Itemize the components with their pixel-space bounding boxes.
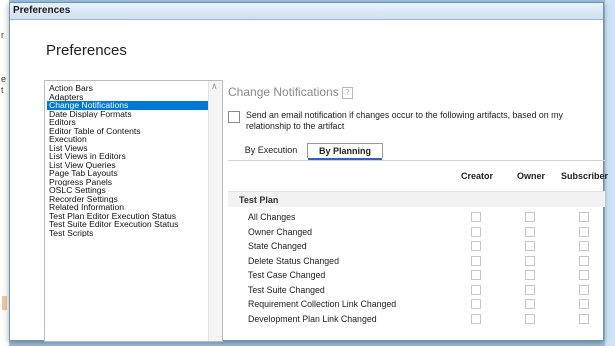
notification-row-label: Owner Changed (248, 226, 313, 237)
owner-checkbox[interactable] (525, 299, 535, 309)
creator-checkbox[interactable] (471, 313, 481, 324)
nav-item[interactable]: OSLC Settings (47, 186, 208, 195)
owner-checkbox[interactable] (525, 255, 535, 266)
preferences-nav-list[interactable]: Action Bars Adapters Change Notifications D… (44, 80, 223, 342)
dialog-titlebar[interactable]: Preferences (10, 3, 603, 20)
nav-item[interactable]: Page Tab Layouts (47, 169, 208, 178)
creator-checkbox[interactable] (471, 299, 481, 309)
nav-scrollbar[interactable]: ∧ (208, 81, 222, 341)
creator-checkbox[interactable] (471, 255, 481, 266)
group-title: Test Plan (239, 195, 279, 205)
section-title: Change Notifications? (228, 85, 353, 99)
nav-items: Action Bars Adapters Change Notifications D… (47, 84, 208, 237)
owner-checkbox[interactable] (525, 226, 535, 237)
notification-row-label: Test Case Changed (248, 270, 326, 280)
background-char: r (1, 30, 4, 40)
nav-item[interactable]: Action Bars (47, 84, 208, 93)
nav-item[interactable]: Test Scripts (47, 229, 208, 238)
nav-item[interactable]: Adapters (47, 93, 208, 102)
nav-item[interactable]: Editor Table of Contents (47, 127, 208, 136)
notification-row-label: Requirement Collection Link Changed (248, 299, 397, 309)
tab-bar: By Execution By Planning (228, 143, 608, 160)
subscriber-checkbox[interactable] (579, 255, 589, 266)
nav-item[interactable]: Recorder Settings (47, 195, 208, 204)
nav-item[interactable]: Editors (47, 118, 208, 127)
page-title: Preferences (46, 42, 127, 59)
email-notification-checkbox[interactable] (228, 111, 240, 123)
tab-by-execution[interactable]: By Execution (236, 143, 306, 158)
group-header: Test Plan (228, 191, 605, 207)
notification-row: Requirement Collection Link Changed (228, 297, 605, 312)
notification-row-label: Delete Status Changed (248, 255, 339, 266)
preferences-dialog: Preferences Preferences Action Bars Adapt… (9, 2, 608, 342)
nav-item[interactable]: Execution (47, 135, 208, 144)
email-notification-label: Send an email notification if changes oc… (246, 110, 563, 131)
column-header-creator: Creator (461, 171, 494, 181)
notification-row-label: Test Suite Changed (248, 284, 325, 295)
nav-item[interactable]: List Views in Editors (47, 152, 208, 161)
nav-item[interactable]: Date Display Formats (47, 110, 208, 119)
notification-row: Owner Changed (228, 225, 605, 240)
notification-rows: All Changes Owner Changed State Changed Del… (228, 210, 605, 326)
column-header-owner: Owner (517, 171, 546, 181)
creator-checkbox[interactable] (471, 270, 481, 280)
notification-row: Delete Status Changed (228, 254, 605, 269)
help-icon[interactable]: ? (341, 87, 353, 99)
subscriber-checkbox[interactable] (579, 212, 589, 222)
nav-item[interactable]: Progress Panels (47, 178, 208, 187)
creator-checkbox[interactable] (471, 241, 481, 251)
creator-checkbox[interactable] (471, 284, 481, 295)
background-char: e (1, 74, 7, 84)
subscriber-checkbox[interactable] (579, 241, 589, 251)
subscriber-checkbox[interactable] (579, 284, 589, 295)
subscriber-checkbox[interactable] (579, 313, 589, 324)
subscriber-checkbox[interactable] (579, 226, 589, 237)
tab-by-planning[interactable]: By Planning (307, 143, 383, 160)
notification-row: Development Plan Link Changed (228, 312, 605, 327)
section-title-label: Change Notifications (228, 85, 339, 99)
dialog-title: Preferences (13, 5, 71, 16)
notification-row-label: All Changes (248, 212, 296, 222)
background-app-edge: r e t (0, 0, 9, 346)
notification-row-label: Development Plan Link Changed (248, 313, 377, 324)
column-header-subscriber: Subscriber (561, 171, 609, 181)
notification-row-label: State Changed (248, 241, 307, 251)
tab-divider (228, 160, 605, 161)
nav-item[interactable]: Related Information (47, 203, 208, 212)
owner-checkbox[interactable] (525, 313, 535, 324)
notification-row: State Changed (228, 239, 605, 254)
nav-item[interactable]: List View Queries (47, 161, 208, 170)
owner-checkbox[interactable] (525, 284, 535, 295)
subscriber-checkbox[interactable] (579, 270, 589, 280)
creator-checkbox[interactable] (471, 226, 481, 237)
nav-item[interactable]: List Views (47, 144, 208, 153)
nav-item[interactable]: Change Notifications (47, 101, 208, 110)
owner-checkbox[interactable] (525, 241, 535, 251)
owner-checkbox[interactable] (525, 212, 535, 222)
owner-checkbox[interactable] (525, 270, 535, 280)
nav-item[interactable]: Test Plan Editor Execution Status (47, 212, 208, 221)
creator-checkbox[interactable] (471, 212, 481, 222)
nav-item[interactable]: Test Suite Editor Execution Status (47, 220, 208, 229)
notification-row: Test Suite Changed (228, 283, 605, 298)
scroll-up-icon[interactable]: ∧ (211, 81, 218, 92)
background-char: t (1, 85, 4, 95)
subscriber-checkbox[interactable] (579, 299, 589, 309)
notification-row: All Changes (228, 210, 605, 225)
background-marker (2, 296, 7, 310)
notification-row: Test Case Changed (228, 268, 605, 283)
